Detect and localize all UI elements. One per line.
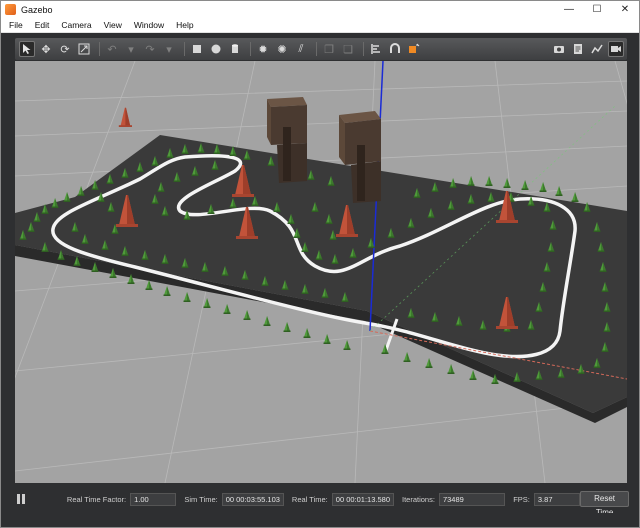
fps-value: 3.87 bbox=[533, 492, 581, 506]
3d-scene-viewport[interactable] bbox=[15, 61, 627, 483]
gazebo-window: Gazebo — ☐ ✕ File Edit Camera View Windo… bbox=[0, 0, 640, 528]
toolbar: ✥ ⟳ ↶ ▾ ↷ ▾ ✹ ✺ ⫽ ❐ ❏ bbox=[15, 38, 627, 60]
redo-icon[interactable]: ↷ bbox=[142, 41, 158, 57]
menu-camera[interactable]: Camera bbox=[61, 20, 91, 30]
toolbar-separator bbox=[184, 42, 185, 56]
select-mode-icon[interactable] bbox=[19, 41, 35, 57]
toolbar-right-group bbox=[551, 41, 627, 57]
menu-window[interactable]: Window bbox=[134, 20, 164, 30]
title-bar: Gazebo — ☐ ✕ bbox=[1, 1, 639, 18]
reset-time-button[interactable]: Reset Time bbox=[580, 491, 629, 517]
bottom-strip bbox=[1, 513, 639, 527]
log-data-icon[interactable] bbox=[570, 41, 586, 57]
box-shape-icon[interactable] bbox=[189, 41, 205, 57]
iterations-value: 73489 bbox=[438, 492, 506, 506]
real-time-label: Real Time: bbox=[291, 494, 328, 504]
minimize-button[interactable]: — bbox=[555, 1, 583, 18]
gazebo-app-icon bbox=[5, 4, 16, 15]
screenshot-camera-icon[interactable] bbox=[551, 41, 567, 57]
fps-label: FPS: bbox=[513, 494, 530, 504]
simulation-status-bar: Real Time Factor: 1.00 Sim Time: 00 00:0… bbox=[11, 487, 631, 517]
align-icon[interactable] bbox=[368, 41, 384, 57]
copy-icon[interactable]: ❐ bbox=[321, 41, 337, 57]
scene-render bbox=[15, 61, 627, 483]
undo-icon[interactable]: ↶ bbox=[104, 41, 120, 57]
cylinder-shape-icon[interactable] bbox=[227, 41, 243, 57]
sim-time-value: 00 00:03:55.103 bbox=[221, 492, 284, 506]
menu-view[interactable]: View bbox=[104, 20, 122, 30]
undo-history-chevron-icon[interactable]: ▾ bbox=[123, 41, 139, 57]
scale-mode-icon[interactable] bbox=[76, 41, 92, 57]
translate-mode-icon[interactable]: ✥ bbox=[38, 41, 54, 57]
real-time-factor-value: 1.00 bbox=[130, 492, 177, 506]
redo-history-chevron-icon[interactable]: ▾ bbox=[161, 41, 177, 57]
snap-icon[interactable] bbox=[387, 41, 403, 57]
real-time-factor-label: Real Time Factor: bbox=[66, 494, 127, 504]
menu-edit[interactable]: Edit bbox=[35, 20, 50, 30]
toolbar-separator bbox=[363, 42, 364, 56]
directional-light-icon[interactable]: ⫽ bbox=[293, 41, 309, 57]
toolbar-separator bbox=[250, 42, 251, 56]
sim-time-label: Sim Time: bbox=[184, 494, 218, 504]
paste-icon[interactable]: ❏ bbox=[340, 41, 356, 57]
sphere-shape-icon[interactable] bbox=[208, 41, 224, 57]
window-controls: — ☐ ✕ bbox=[555, 1, 639, 18]
close-button[interactable]: ✕ bbox=[611, 1, 639, 18]
menu-file[interactable]: File bbox=[9, 20, 23, 30]
video-record-icon[interactable] bbox=[608, 41, 624, 57]
iterations-label: Iterations: bbox=[402, 494, 435, 504]
point-light-icon[interactable]: ✹ bbox=[255, 41, 271, 57]
plot-icon[interactable] bbox=[589, 41, 605, 57]
change-view-angle-icon[interactable] bbox=[406, 41, 422, 57]
maximize-button[interactable]: ☐ bbox=[583, 1, 611, 18]
rotate-mode-icon[interactable]: ⟳ bbox=[57, 41, 73, 57]
toolbar-separator bbox=[99, 42, 100, 56]
toolbar-separator bbox=[316, 42, 317, 56]
spot-light-icon[interactable]: ✺ bbox=[274, 41, 290, 57]
real-time-value: 00 00:01:13.580 bbox=[331, 492, 394, 506]
menu-bar: File Edit Camera View Window Help bbox=[1, 18, 639, 33]
window-title: Gazebo bbox=[21, 4, 53, 15]
pause-icon[interactable] bbox=[16, 493, 27, 505]
menu-help[interactable]: Help bbox=[176, 20, 193, 30]
